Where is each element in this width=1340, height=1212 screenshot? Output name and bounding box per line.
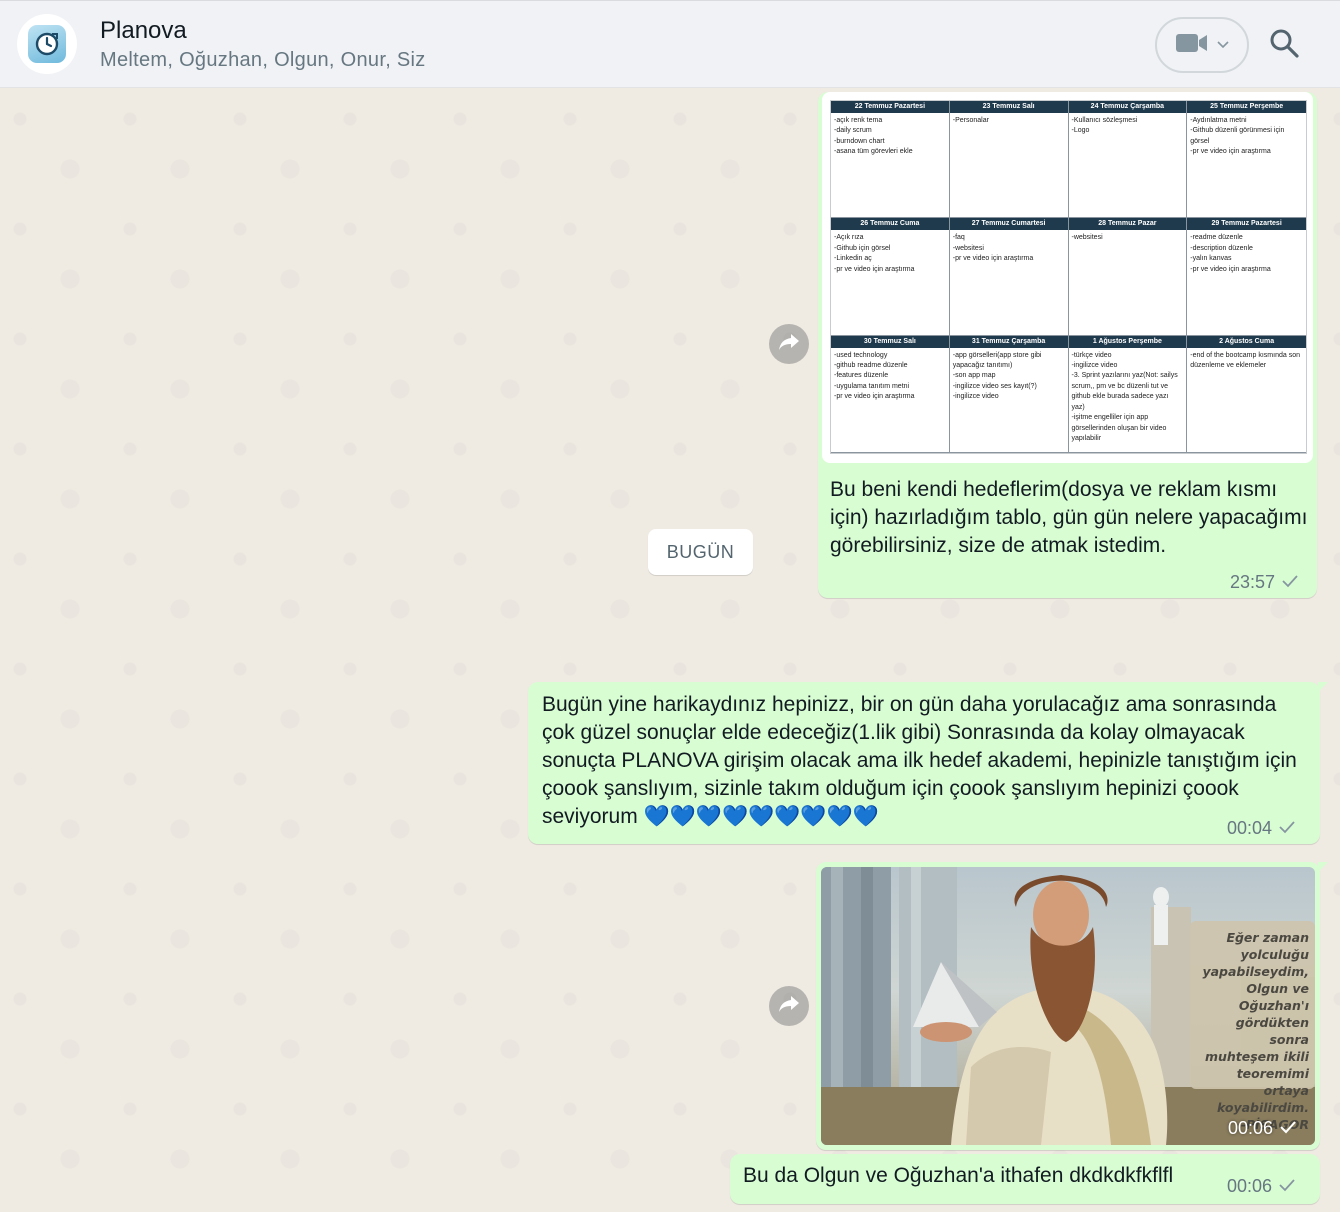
schedule-cell: 22 Temmuz Pazartesi -açık renk tema -dail… [831,101,950,219]
message-bubble-text[interactable]: Bugün yine harikaydınız hepinizz, bir on… [528,682,1328,844]
schedule-tasks: -Aydınlatma metni -Github düzenli görünm… [1190,117,1285,156]
single-check-icon [1278,818,1296,839]
single-check-icon [1281,572,1299,593]
schedule-cell: 26 Temmuz Cuma -Açık rıza -Github için gö… [831,218,950,336]
image-meta: 00:06 [1228,1118,1297,1139]
message-time: 00:04 [1227,818,1273,838]
schedule-tasks: -websitesi [1071,234,1103,242]
schedule-tasks: -app görselleri(app store gibi yapacağız… [952,351,1042,401]
date-divider: BUGÜN [648,529,753,575]
message-time: 00:06 [1228,1118,1274,1138]
message-time: 00:06 [1227,1176,1273,1196]
schedule-day-header: 1 Ağustos Perşembe [1068,335,1187,348]
schedule-cell: 23 Temmuz Salı -Personalar [949,101,1069,219]
search-button[interactable] [1266,27,1302,63]
schedule-day-header: 2 Ağustos Cuma [1187,335,1306,348]
chat-header: Planova Meltem, Oğuzhan, Olgun, Onur, Si… [0,0,1340,88]
schedule-day-header: 31 Temmuz Çarşamba [949,335,1068,348]
message-text: Bu da Olgun ve Oğuzhan'a ithafen dkdkdkf… [743,1164,1174,1187]
schedule-day-header: 24 Temmuz Çarşamba [1068,101,1187,113]
schedule-day-header: 23 Temmuz Salı [949,101,1068,113]
search-icon [1269,28,1299,63]
clock-icon [28,25,66,63]
message-text: Bu beni kendi hedeflerim(dosya ve reklam… [830,478,1308,557]
schedule-day-header: 27 Temmuz Cumartesi [949,218,1068,231]
schedule-cell: 27 Temmuz Cumartesi -faq -websitesi -pr v… [949,218,1069,336]
forward-button[interactable] [769,986,809,1026]
quote-card: Eğer zaman yolculuğu yapabilseydim, Olgu… [1190,921,1315,1132]
message-bubble-text[interactable]: Bu da Olgun ve Oğuzhan'a ithafen dkdkdkf… [730,1154,1320,1204]
chevron-down-icon [1217,36,1229,54]
schedule-tasks: -Kullanıcı sözleşmesi -Logo [1071,117,1138,135]
schedule-tasks: -Personalar [952,117,989,124]
schedule-day-header: 26 Temmuz Cuma [831,218,949,231]
schedule-cell: 24 Temmuz Çarşamba -Kullanıcı sözleşmesi … [1068,101,1188,219]
schedule-table-image[interactable]: 22 Temmuz Pazartesi -açık renk tema -dail… [830,100,1307,454]
forward-icon [778,333,800,356]
schedule-tasks: -Açık rıza -Github için görsel -Linkedin… [834,234,915,273]
single-check-icon [1279,1118,1297,1139]
schedule-tasks: -açık renk tema -daily scrum -burndown c… [834,117,913,156]
message-meta: 23:57 [1230,572,1299,593]
group-avatar[interactable] [17,14,77,74]
schedule-day-header: 25 Temmuz Perşembe [1187,101,1306,113]
group-members: Meltem, Oğuzhan, Olgun, Onur, Siz [100,49,426,71]
message-time: 23:57 [1230,572,1276,592]
message-meta: 00:04 [1227,818,1296,839]
schedule-tasks: -faq -websitesi -pr ve video için araştı… [952,234,1034,263]
schedule-cell: 1 Ağustos Perşembe -türkçe video -ingiliz… [1068,335,1188,453]
schedule-tasks: -used technology -github readme düzenle … [834,351,915,401]
group-title[interactable]: Planova [100,17,187,45]
schedule-cell: 31 Temmuz Çarşamba -app görselleri(app st… [949,335,1069,453]
message-meta: 00:06 [1227,1176,1296,1197]
schedule-cell: 25 Temmuz Perşembe -Aydınlatma metni -Git… [1187,101,1306,219]
schedule-day-header: 30 Temmuz Salı [831,335,949,348]
schedule-cell: 2 Ağustos Cuma -end of the bootcamp kısmı… [1187,335,1306,453]
video-camera-icon [1175,32,1209,59]
schedule-tasks: -end of the bootcamp kısmında son düzenl… [1190,351,1300,370]
forward-button[interactable] [769,324,809,364]
forward-icon [778,995,800,1018]
schedule-tasks: -türkçe video -ingilizce video -3. Sprin… [1071,351,1178,442]
video-call-button[interactable] [1155,17,1249,73]
schedule-day-header: 29 Temmuz Pazartesi [1187,218,1306,231]
schedule-day-header: 22 Temmuz Pazartesi [831,101,949,113]
schedule-tasks: -readme düzenle -description düzenle -ya… [1190,234,1271,273]
message-text: Bugün yine harikaydınız hepinizz, bir on… [542,693,1297,828]
schedule-cell: 30 Temmuz Salı -used technology -github r… [831,335,950,453]
schedule-cell: 29 Temmuz Pazartesi -readme düzenle -desc… [1187,218,1306,336]
schedule-cell: 28 Temmuz Pazar -websitesi [1068,218,1188,336]
schedule-day-header: 28 Temmuz Pazar [1068,218,1187,231]
single-check-icon [1278,1176,1296,1197]
